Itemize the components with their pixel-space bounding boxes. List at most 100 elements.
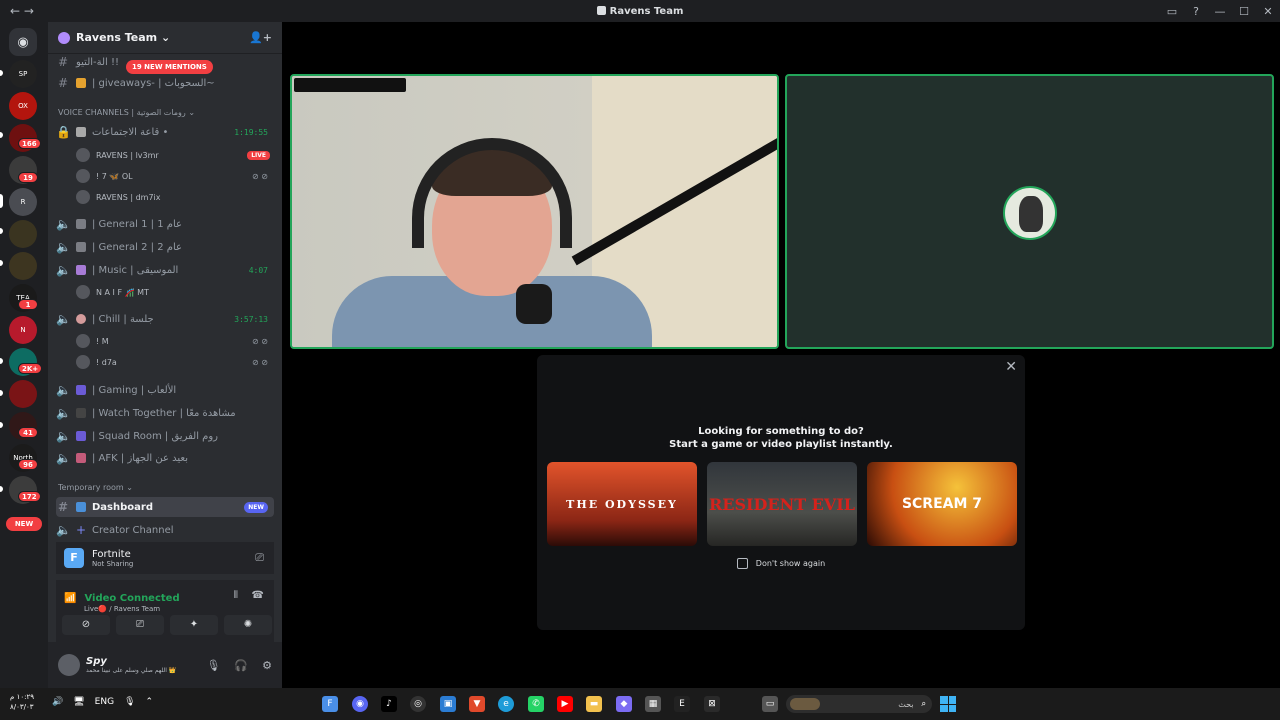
channel-emoji (76, 127, 86, 137)
server-header[interactable]: Ravens Team ⌄ 👤+ (48, 22, 282, 54)
muted-icon: ⊘ ⊘ (252, 336, 268, 346)
voice-user[interactable]: RAVENS | dm7ix (76, 188, 272, 206)
whatsapp-app-icon[interactable]: ✆ (528, 696, 544, 712)
voice-channel[interactable]: 🔈 | General 1 | عام 1 (56, 214, 274, 234)
server-icon[interactable]: SP (9, 60, 37, 88)
headphones-icon[interactable]: 🎧 (234, 659, 248, 672)
window-title: Ravens Team (0, 5, 1280, 17)
speaker-icon: 🔈 (56, 451, 71, 465)
channel-item-creator[interactable]: 🔈 + Creator Channel (56, 520, 274, 540)
microphone-icon[interactable]: 🎙 (206, 659, 220, 672)
clock[interactable]: ١٠:٢٩ م ٨/٠٣/٠٣ (10, 692, 34, 712)
unread-pip (0, 228, 3, 234)
server-icon[interactable]: OX (9, 92, 37, 120)
app-icon[interactable]: ⊠ (704, 696, 720, 712)
brave-app-icon[interactable]: ▼ (469, 696, 485, 712)
network-icon[interactable]: 🖥 (73, 697, 84, 707)
search-icon: ⌕ (921, 699, 926, 708)
checkbox[interactable] (736, 558, 748, 569)
mention-badge: 41 (18, 427, 38, 438)
close-icon[interactable]: ✕ (1256, 5, 1280, 18)
screen-share-button[interactable]: ⎚ (116, 615, 164, 635)
category-header[interactable]: Temporary room ⌄ (58, 483, 133, 492)
signal-icon[interactable]: 📶 (64, 593, 76, 604)
voice-channel[interactable]: 🔒 قاعة الاجتماعات • 1:19:55 (56, 122, 274, 142)
channel-item-dashboard[interactable]: # Dashboard NEW (56, 497, 274, 517)
unread-pip (0, 132, 3, 138)
lock-icon: 🔒 (56, 125, 71, 139)
task-view-icon[interactable]: ▭ (762, 696, 778, 712)
gear-icon[interactable]: ⚙ (262, 659, 272, 672)
soundboard-button[interactable]: ✺ (224, 615, 272, 635)
server-icon[interactable] (9, 252, 37, 280)
activity-card[interactable]: RESIDENT EVIL (707, 462, 857, 546)
tiktok-app-icon[interactable]: ♪ (381, 696, 397, 712)
channel-item[interactable]: # | giveaways- | السحوبات~ (56, 73, 274, 93)
voice-channel[interactable]: 🔈 | Watch Together | مشاهدة معًا (56, 403, 274, 423)
activities-button[interactable]: ✦ (170, 615, 218, 635)
dashboard-icon (76, 502, 86, 512)
server-icon[interactable]: N (9, 316, 37, 344)
voice-user[interactable]: ! d7a ⊘ ⊘ (76, 353, 272, 371)
help-icon[interactable]: ? (1184, 5, 1208, 18)
server-icon[interactable] (9, 220, 37, 248)
noise-suppression-icon[interactable]: ⦀ (234, 590, 238, 601)
mic-tray-icon[interactable]: 🎙 (124, 697, 135, 707)
voice-user[interactable]: N A I F 🎢 MT (76, 283, 272, 301)
server-icon[interactable] (9, 380, 37, 408)
invite-people-icon[interactable]: 👤+ (249, 31, 272, 44)
voice-user[interactable]: ! M ⊘ ⊘ (76, 332, 272, 350)
inbox-icon[interactable]: ▭ (1160, 5, 1184, 18)
app-icon[interactable]: ◎ (410, 696, 426, 712)
language-indicator[interactable]: ENG (95, 697, 114, 707)
activity-card[interactable]: SCREAM 7 (867, 462, 1017, 546)
fortnite-icon: F (64, 548, 84, 568)
category-header[interactable]: VOICE CHANNELS | رومات الصوتية ⌄ (58, 108, 195, 117)
app-icon[interactable]: ▣ (440, 696, 456, 712)
discord-app-icon[interactable]: ◉ (352, 696, 368, 712)
camera-off-button[interactable]: ⊘ (62, 615, 110, 635)
share-screen-icon[interactable]: ⎚ (255, 551, 264, 565)
voice-channel[interactable]: 🔈 | Chill | جلسة 3:57:13 (56, 309, 274, 329)
video-tile-avatar[interactable] (785, 74, 1274, 349)
mention-badge: 19 (18, 172, 38, 183)
video-figure (516, 284, 552, 324)
voice-user[interactable]: ! 7 🦋 OL ⊘ ⊘ (76, 167, 272, 185)
chevron-up-icon[interactable]: ⌃ (146, 697, 154, 707)
windows-start-icon[interactable] (940, 696, 956, 712)
voice-user[interactable]: RAVENS | lv3mr LIVE (76, 146, 272, 164)
copilot-app-icon[interactable]: ◆ (616, 696, 632, 712)
video-tile-stream[interactable] (290, 74, 779, 349)
disconnect-icon[interactable]: ☎ (252, 590, 264, 601)
voice-channel[interactable]: 🔈 | Music | الموسيقى 4:07 (56, 260, 274, 280)
video-overlay (294, 78, 406, 92)
new-servers-badge[interactable]: NEW (6, 517, 42, 531)
volume-icon[interactable]: 🔊 (52, 697, 63, 707)
fortnite-app-icon[interactable]: F (322, 696, 338, 712)
new-mentions-pill[interactable]: 19 NEW MENTIONS (126, 60, 213, 74)
selected-pip (0, 194, 3, 208)
dont-show-again[interactable]: Don't show again (537, 558, 1025, 569)
edge-app-icon[interactable]: e (498, 696, 514, 712)
folder-app-icon[interactable]: ▬ (586, 696, 602, 712)
close-icon[interactable]: ✕ (1005, 359, 1017, 375)
server-icon[interactable]: R (9, 188, 37, 216)
activity-card[interactable]: THE ODYSSEY (547, 462, 697, 546)
youtube-app-icon[interactable]: ▶ (557, 696, 573, 712)
server-name: Ravens Team (76, 31, 158, 44)
discord-home-icon[interactable]: ◉ (9, 28, 37, 56)
taskbar-search[interactable]: بحث ⌕ (786, 695, 932, 713)
avatar[interactable] (58, 654, 80, 676)
username[interactable]: Spy (86, 656, 176, 667)
voice-channel[interactable]: 🔈 | Gaming | الألعاب (56, 380, 274, 400)
store-app-icon[interactable]: ▦ (645, 696, 661, 712)
voice-channel[interactable]: 🔈 | Squad Room | روم الفريق (56, 426, 274, 446)
voice-location[interactable]: Live🔴 / Ravens Team (84, 605, 266, 613)
speaker-icon: 🔈 (56, 263, 71, 277)
epic-games-app-icon[interactable]: E (674, 696, 690, 712)
minimize-icon[interactable]: — (1208, 5, 1232, 18)
voice-channel[interactable]: 🔈 | General 2 | عام 2 (56, 237, 274, 257)
voice-channel[interactable]: 🔈 | AFK | بعيد عن الجهاز (56, 448, 274, 468)
maximize-icon[interactable]: ☐ (1232, 5, 1256, 18)
voice-status[interactable]: Video Connected (84, 593, 179, 604)
